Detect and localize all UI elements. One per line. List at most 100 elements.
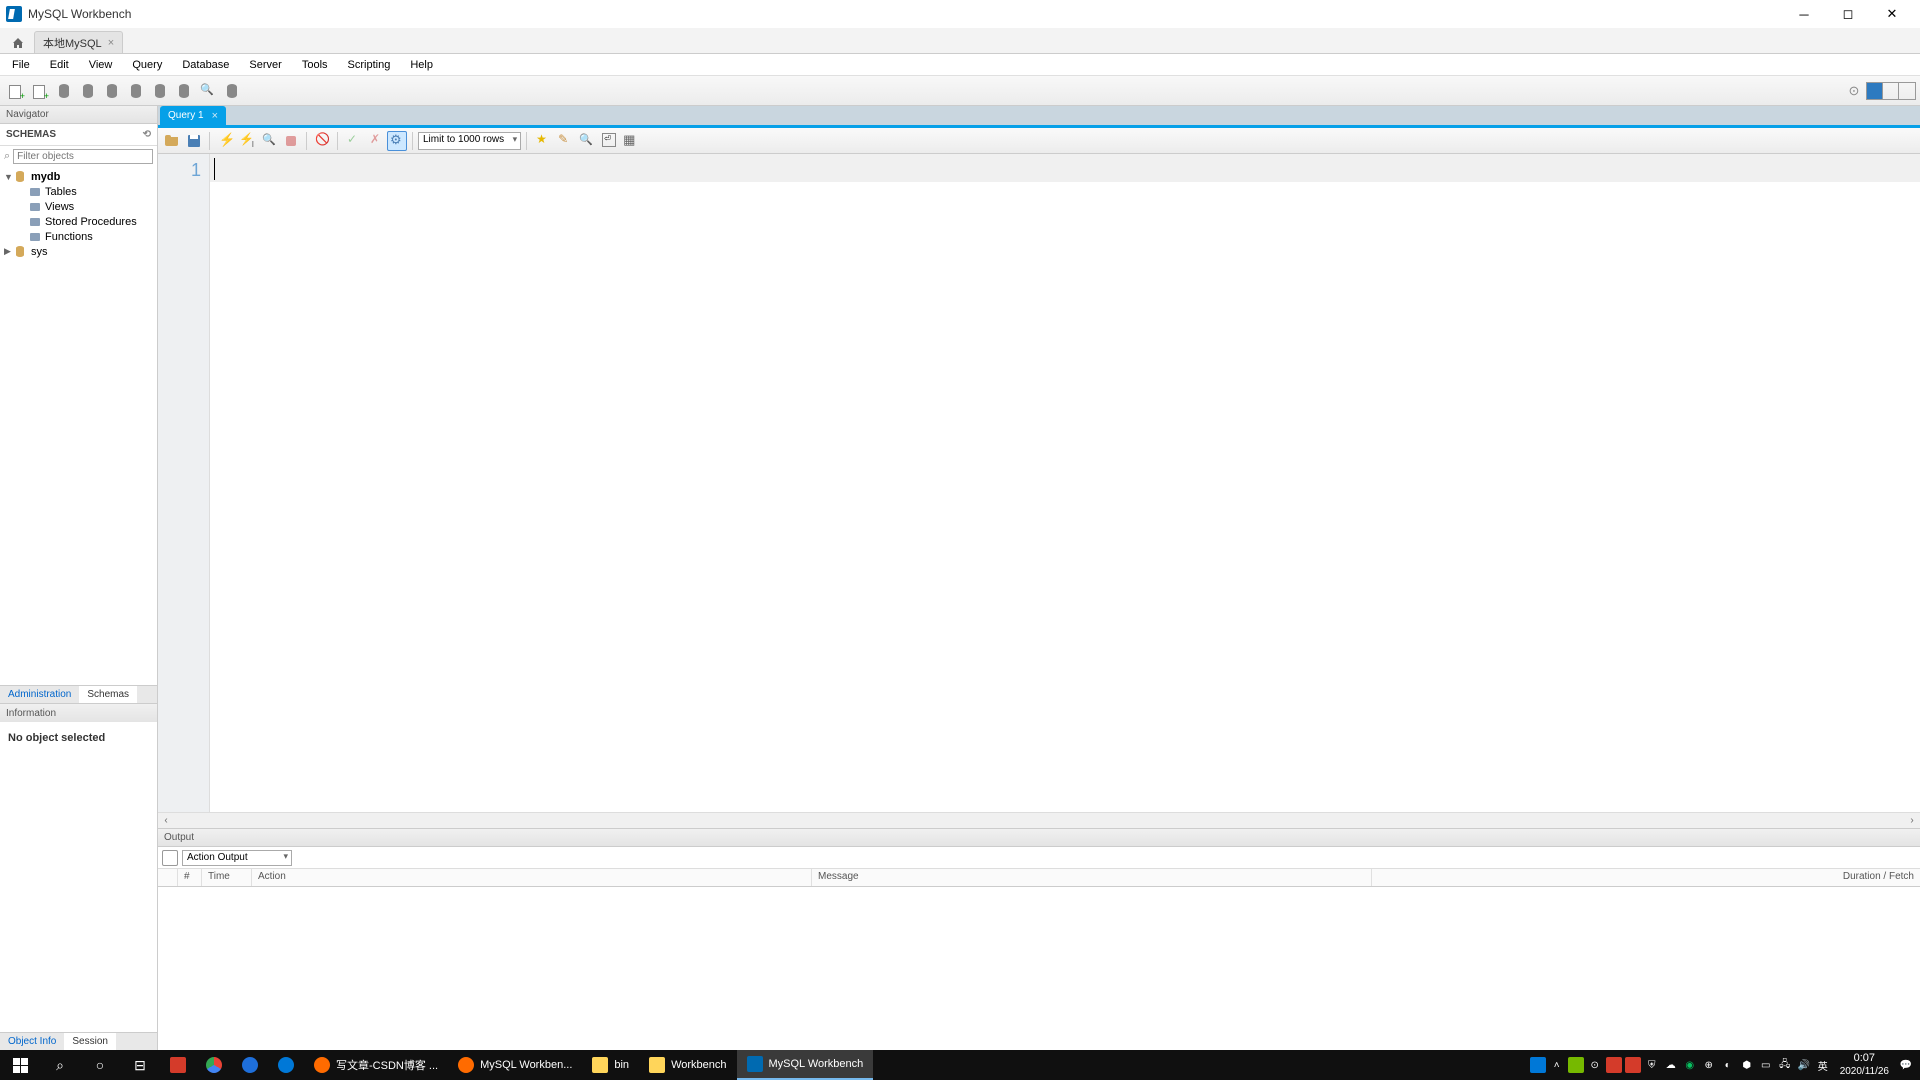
- open-script-button[interactable]: [162, 131, 182, 151]
- tb-btn-9[interactable]: 🔍: [197, 80, 219, 102]
- rollback-button[interactable]: [365, 131, 385, 151]
- taskbar-app-folder-workbench[interactable]: Workbench: [639, 1050, 736, 1080]
- home-tab[interactable]: [6, 33, 30, 53]
- inspector-button[interactable]: [53, 80, 75, 102]
- tb-btn-7[interactable]: [149, 80, 171, 102]
- new-sql-tab-button[interactable]: [5, 80, 27, 102]
- folder-functions[interactable]: Functions: [0, 229, 157, 244]
- schema-sys[interactable]: ▶ sys: [0, 244, 157, 259]
- notifications-button[interactable]: ⊙: [1843, 80, 1865, 102]
- tray-icon[interactable]: ◐: [1720, 1057, 1736, 1073]
- stop-button[interactable]: [281, 131, 301, 151]
- grid-button[interactable]: [620, 131, 640, 151]
- expand-icon[interactable]: ▼: [4, 172, 14, 182]
- menu-query[interactable]: Query: [122, 56, 172, 74]
- maximize-button[interactable]: ◻: [1826, 0, 1870, 28]
- scroll-right-button[interactable]: ›: [1904, 815, 1920, 826]
- explain-button[interactable]: [259, 131, 279, 151]
- tb-btn-8[interactable]: [173, 80, 195, 102]
- tray-icon[interactable]: ▭: [1758, 1057, 1774, 1073]
- menu-database[interactable]: Database: [172, 56, 239, 74]
- open-sql-button[interactable]: [29, 80, 51, 102]
- menu-file[interactable]: File: [2, 56, 40, 74]
- folder-views[interactable]: Views: [0, 199, 157, 214]
- sql-editor[interactable]: 1: [158, 154, 1920, 812]
- tray-icon[interactable]: ⊕: [1701, 1057, 1717, 1073]
- taskbar-app-chrome[interactable]: [196, 1050, 232, 1080]
- tray-icon[interactable]: ⬢: [1739, 1057, 1755, 1073]
- minimize-button[interactable]: ─: [1782, 0, 1826, 28]
- tray-wechat-icon[interactable]: ◉: [1682, 1057, 1698, 1073]
- tb-btn-4[interactable]: [77, 80, 99, 102]
- schema-mydb[interactable]: ▼ mydb: [0, 169, 157, 184]
- editor-tab-query1[interactable]: Query 1 ×: [160, 106, 226, 125]
- tray-icon[interactable]: ☁: [1663, 1057, 1679, 1073]
- connection-tab[interactable]: 本地MySQL ×: [34, 31, 123, 53]
- sql-text-area[interactable]: [210, 154, 1920, 812]
- tray-icon[interactable]: ⊙: [1587, 1057, 1603, 1073]
- taskbar-app-folder-bin[interactable]: bin: [582, 1050, 639, 1080]
- autocommit-button[interactable]: [387, 131, 407, 151]
- tray-icon[interactable]: ⛨: [1644, 1057, 1660, 1073]
- execute-button[interactable]: [215, 131, 235, 151]
- layout-secondary-button[interactable]: [1899, 83, 1915, 99]
- tray-icon[interactable]: [1530, 1057, 1546, 1073]
- layout-output-button[interactable]: [1883, 83, 1899, 99]
- tray-icon[interactable]: [1568, 1057, 1584, 1073]
- dont-execute-button[interactable]: [312, 131, 332, 151]
- menu-edit[interactable]: Edit: [40, 56, 79, 74]
- horizontal-scrollbar[interactable]: ‹ ›: [158, 812, 1920, 828]
- folder-tables[interactable]: Tables: [0, 184, 157, 199]
- refresh-icon[interactable]: ⟲: [143, 129, 151, 140]
- limit-rows-dropdown[interactable]: Limit to 1000 rows: [418, 132, 521, 150]
- save-script-button[interactable]: [184, 131, 204, 151]
- folder-stored-procedures[interactable]: Stored Procedures: [0, 214, 157, 229]
- close-button[interactable]: ✕: [1870, 0, 1914, 28]
- close-icon[interactable]: ×: [108, 37, 114, 49]
- taskbar-app-firefox-mysql[interactable]: MySQL Workben...: [448, 1050, 582, 1080]
- taskbar-app-firefox-csdn[interactable]: 写文章-CSDN博客 ...: [304, 1050, 448, 1080]
- menu-server[interactable]: Server: [239, 56, 291, 74]
- wrap-button[interactable]: [598, 131, 618, 151]
- taskbar-app-ie[interactable]: [232, 1050, 268, 1080]
- taskbar-clock[interactable]: 0:07 2020/11/26: [1834, 1052, 1895, 1077]
- tray-chevron-icon[interactable]: ˄: [1549, 1057, 1565, 1073]
- commit-button[interactable]: [343, 131, 363, 151]
- taskbar-app-youdao[interactable]: [160, 1050, 196, 1080]
- tab-administration[interactable]: Administration: [0, 686, 79, 703]
- tab-schemas[interactable]: Schemas: [79, 686, 137, 703]
- menu-view[interactable]: View: [79, 56, 123, 74]
- output-type-dropdown[interactable]: Action Output: [182, 850, 292, 866]
- beautify-button[interactable]: [554, 131, 574, 151]
- information-tabs: Object Info Session: [0, 1032, 157, 1050]
- tb-btn-10[interactable]: [221, 80, 243, 102]
- scroll-left-button[interactable]: ‹: [158, 815, 174, 826]
- tray-network-icon[interactable]: 🖧: [1777, 1057, 1793, 1073]
- find-button[interactable]: [576, 131, 596, 151]
- layout-sidebar-button[interactable]: [1867, 83, 1883, 99]
- tab-object-info[interactable]: Object Info: [0, 1033, 64, 1050]
- menu-help[interactable]: Help: [400, 56, 443, 74]
- tb-btn-5[interactable]: [101, 80, 123, 102]
- tb-btn-6[interactable]: [125, 80, 147, 102]
- start-button[interactable]: [0, 1050, 40, 1080]
- tray-ime-icon[interactable]: 英: [1815, 1057, 1831, 1073]
- search-button[interactable]: ⌕: [40, 1050, 80, 1080]
- filter-input[interactable]: [13, 149, 153, 164]
- taskbar-app-mysql-workbench[interactable]: MySQL Workbench: [737, 1050, 874, 1080]
- tray-volume-icon[interactable]: 🔊: [1796, 1057, 1812, 1073]
- cortana-button[interactable]: ○: [80, 1050, 120, 1080]
- favorites-button[interactable]: [532, 131, 552, 151]
- menu-tools[interactable]: Tools: [292, 56, 338, 74]
- tray-icon[interactable]: [1625, 1057, 1641, 1073]
- tray-notifications-icon[interactable]: 💬: [1898, 1057, 1914, 1073]
- scroll-track[interactable]: [174, 815, 1904, 827]
- taskbar-app-edge[interactable]: [268, 1050, 304, 1080]
- close-icon[interactable]: ×: [212, 110, 218, 122]
- execute-current-button[interactable]: [237, 131, 257, 151]
- tray-icon[interactable]: [1606, 1057, 1622, 1073]
- tab-session[interactable]: Session: [64, 1033, 116, 1050]
- menu-scripting[interactable]: Scripting: [338, 56, 401, 74]
- expand-icon[interactable]: ▶: [4, 246, 14, 257]
- task-view-button[interactable]: ⊟: [120, 1050, 160, 1080]
